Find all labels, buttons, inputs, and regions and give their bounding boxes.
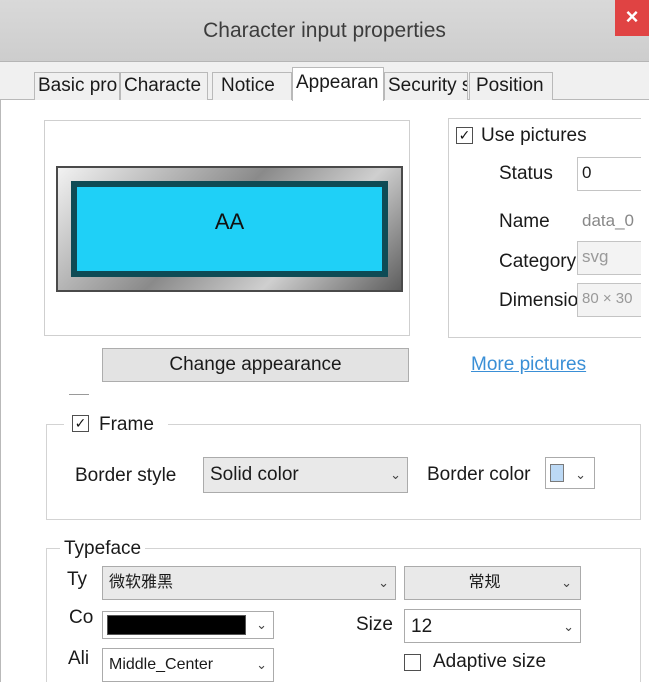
border-color-picker[interactable]: ⌄ — [545, 457, 595, 489]
category-label: Category — [499, 251, 577, 272]
font-size-select[interactable]: 12 ⌄ — [404, 609, 581, 643]
chevron-down-icon: ⌄ — [563, 619, 574, 634]
font-size-value: 12 — [411, 616, 433, 637]
appearance-preview: AA — [44, 120, 410, 336]
typeface-label: Typeface — [60, 538, 146, 560]
pictures-panel: ✓ Use pictures Status 0 Name data_0 Cate… — [448, 118, 649, 338]
chevron-down-icon: ⌄ — [575, 467, 586, 482]
use-pictures-checkbox[interactable]: ✓ — [456, 127, 473, 144]
category-field: svg — [577, 241, 649, 275]
frame-label: Frame — [99, 414, 154, 435]
adaptive-size-label: Adaptive size — [433, 651, 547, 672]
name-field: data_0 — [577, 205, 649, 239]
scrollbar[interactable] — [641, 100, 649, 682]
font-family-select[interactable]: 微软雅黑 ⌄ — [102, 566, 396, 600]
dimension-field: 80 × 30 — [577, 283, 649, 317]
tab-character[interactable]: Characte — [120, 72, 208, 100]
alignment-select[interactable]: Middle_Center ⌄ — [102, 648, 274, 682]
tab-notice[interactable]: Notice — [212, 72, 292, 100]
chevron-down-icon: ⌄ — [390, 467, 401, 482]
tab-position[interactable]: Position — [469, 72, 553, 100]
font-color-swatch — [107, 615, 246, 635]
change-appearance-button[interactable]: Change appearance — [102, 348, 409, 382]
border-style-select[interactable]: Solid color ⌄ — [203, 457, 408, 493]
tab-appearance[interactable]: Appearan — [292, 67, 384, 101]
divider — [69, 394, 89, 402]
chevron-down-icon: ⌄ — [378, 575, 389, 590]
tab-strip: Basic pro Characte Notice Appearan Secur… — [0, 62, 649, 101]
color-label: Co — [69, 607, 94, 628]
tab-basic-properties[interactable]: Basic pro — [34, 72, 120, 100]
status-field[interactable]: 0 — [577, 157, 649, 191]
font-style-select[interactable]: 常规 ⌄ — [404, 566, 581, 600]
tab-security[interactable]: Security s — [384, 72, 468, 100]
dimension-label: Dimension — [499, 290, 579, 311]
alignment-value: Middle_Center — [109, 656, 214, 673]
check-icon: ✓ — [458, 127, 471, 143]
preview-text: AA — [77, 187, 382, 271]
align-label: Ali — [68, 648, 90, 669]
size-label: Size — [356, 614, 393, 635]
bevel-frame: AA — [56, 166, 403, 292]
chevron-down-icon: ⌄ — [256, 657, 267, 672]
window-title: Character input properties — [203, 19, 446, 42]
frame-checkbox[interactable]: ✓ — [72, 415, 89, 432]
status-label: Status — [499, 163, 553, 184]
font-family-value: 微软雅黑 — [109, 574, 174, 591]
adaptive-size-checkbox[interactable] — [404, 654, 421, 671]
check-icon: ✓ — [74, 415, 87, 431]
chevron-down-icon: ⌄ — [256, 617, 267, 632]
border-style-value: Solid color — [210, 464, 299, 485]
border-color-label: Border color — [427, 464, 531, 485]
name-label: Name — [499, 211, 550, 232]
title-bar: Character input properties × — [0, 0, 649, 62]
font-color-picker[interactable]: ⌄ — [102, 611, 274, 639]
type-label: Ty — [67, 569, 88, 590]
close-button[interactable]: × — [615, 0, 649, 36]
border-style-label: Border style — [75, 465, 177, 486]
font-style-value: 常规 — [468, 574, 501, 591]
border-color-swatch — [550, 464, 564, 482]
close-icon: × — [625, 4, 639, 29]
use-pictures-label: Use pictures — [481, 125, 587, 146]
more-pictures-link[interactable]: More pictures — [471, 354, 586, 376]
chevron-down-icon: ⌄ — [561, 575, 572, 590]
